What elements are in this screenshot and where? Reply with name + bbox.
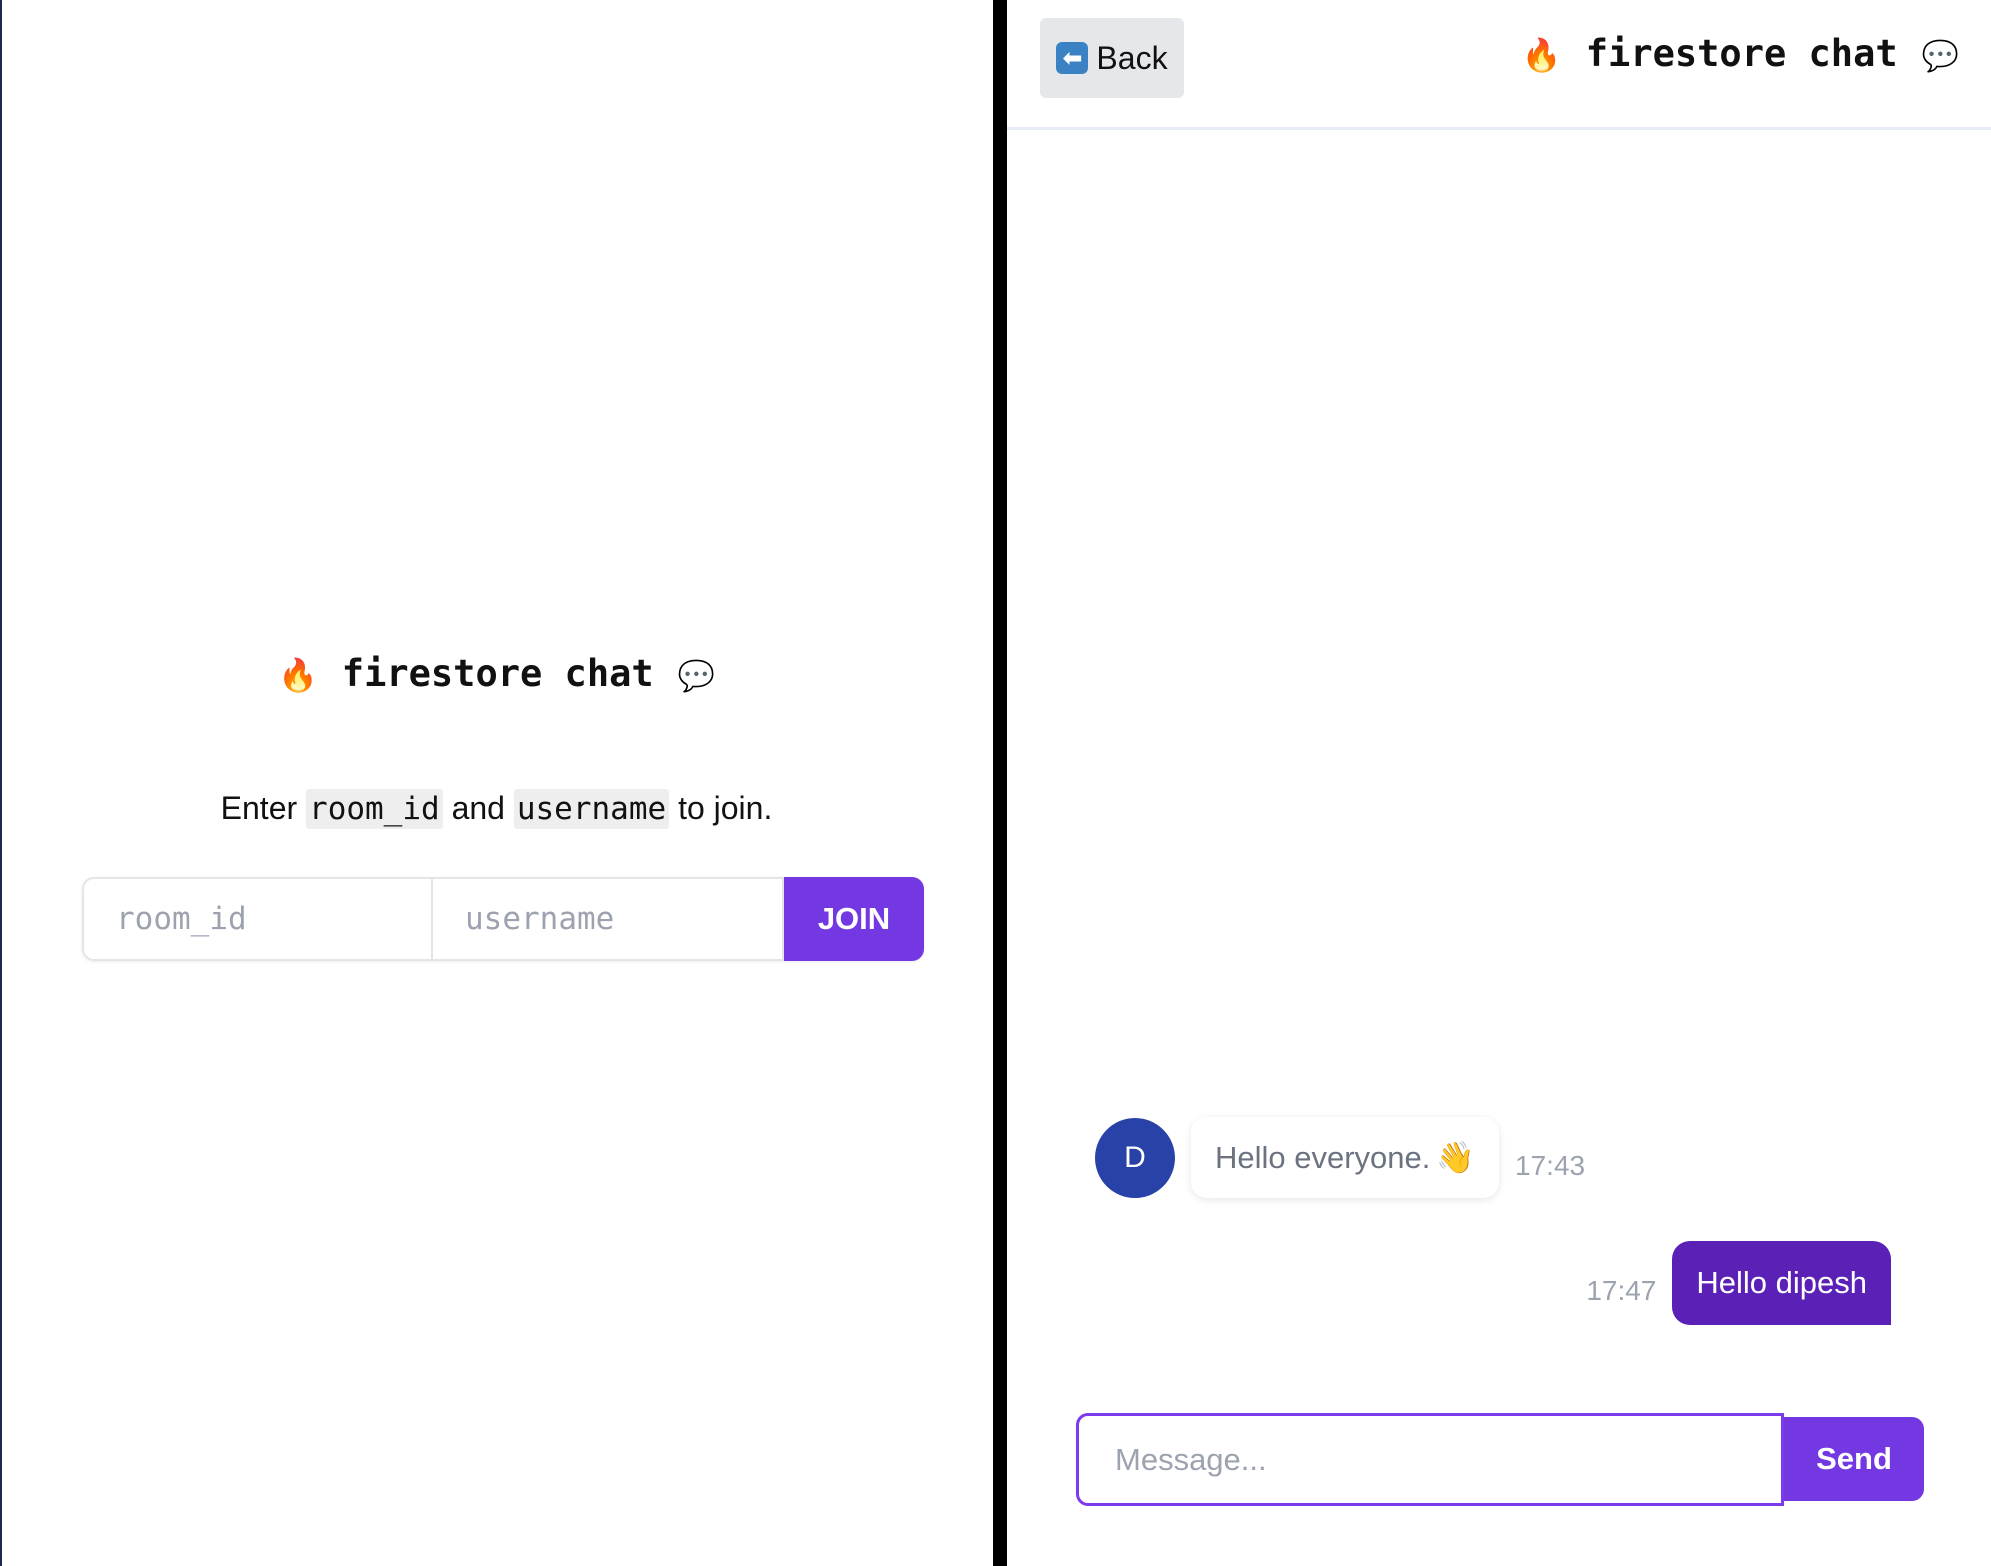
join-pane: 🔥 firestore chat 💬 Enter room_id and usern… (0, 0, 993, 1566)
room-id-code: room_id (306, 789, 443, 829)
chat-pane: ⬅ Back 🔥 firestore chat 💬 D Hello everyone… (1007, 0, 1991, 1566)
incoming-timestamp: 17:43 (1515, 1149, 1586, 1181)
outgoing-bubble: Hello dipesh (1672, 1241, 1891, 1325)
room-id-input[interactable] (82, 877, 433, 961)
join-page-title: 🔥 firestore chat 💬 (0, 652, 993, 695)
chat-header: ⬅ Back 🔥 firestore chat 💬 (1007, 0, 1991, 130)
join-button[interactable]: JOIN (784, 877, 924, 961)
instructions-prefix: Enter (220, 790, 298, 826)
screen: 🔥 firestore chat 💬 Enter room_id and usern… (0, 0, 1991, 1566)
chat-title: 🔥 firestore chat 💬 (1522, 32, 1959, 75)
outgoing-timestamp: 17:47 (1586, 1275, 1657, 1306)
fire-icon: 🔥 (277, 656, 318, 694)
incoming-bubble: Hello everyone. 👋 (1191, 1117, 1500, 1198)
speech-bubble-icon: 💬 (677, 659, 716, 694)
send-button[interactable]: Send (1784, 1417, 1924, 1501)
back-button[interactable]: ⬅ Back (1040, 18, 1184, 98)
message-composer: Send (1076, 1413, 1928, 1506)
instructions-suffix: to join. (678, 790, 773, 826)
join-form: JOIN (82, 877, 924, 961)
incoming-message: D Hello everyone. 👋 17:43 (1095, 1117, 1601, 1198)
message-input[interactable] (1076, 1413, 1784, 1506)
instructions-middle: and (451, 790, 505, 826)
username-code: username (513, 789, 670, 829)
waving-hand-icon: 👋 (1436, 1140, 1476, 1176)
window-edge (0, 0, 2, 1566)
speech-bubble-icon: 💬 (1921, 39, 1959, 74)
avatar: D (1095, 1117, 1175, 1198)
back-arrow-icon: ⬅ (1056, 42, 1089, 74)
fire-icon: 🔥 (1521, 36, 1562, 74)
chat-title-text: firestore chat (1585, 32, 1898, 75)
join-instructions: Enter room_id and username to join. (0, 789, 993, 829)
pane-divider (993, 0, 1007, 1566)
join-title-text: firestore chat (341, 652, 654, 695)
outgoing-message: 17:47 Hello dipesh (1570, 1241, 1891, 1325)
incoming-message-text: Hello everyone. (1215, 1140, 1431, 1175)
back-label: Back (1096, 39, 1168, 76)
username-input[interactable] (433, 877, 784, 961)
